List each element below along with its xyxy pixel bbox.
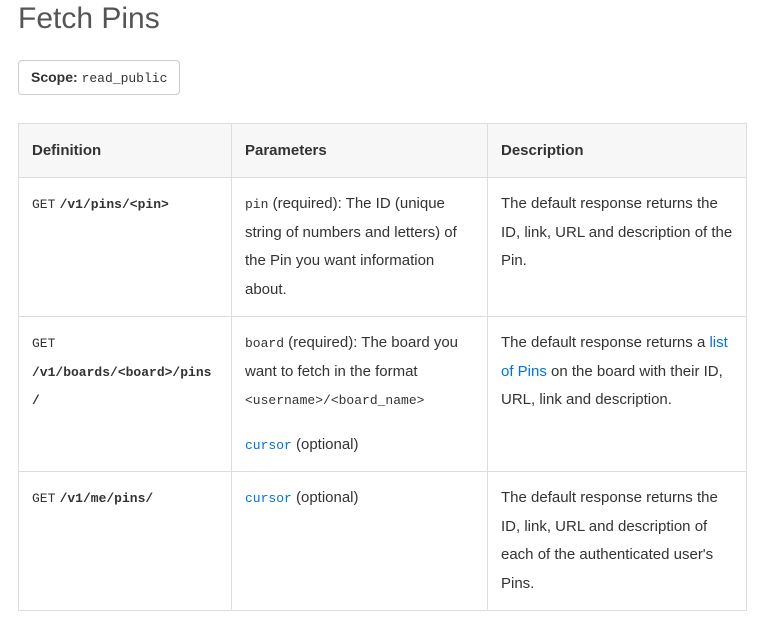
- http-method: GET: [32, 491, 55, 506]
- description-cell: The default response returns the ID, lin…: [488, 472, 747, 611]
- parameters-cell: cursor (optional): [232, 472, 488, 611]
- param-name: board: [245, 336, 284, 351]
- param-link[interactable]: cursor: [245, 491, 292, 506]
- param-required: (required):: [284, 334, 361, 351]
- description-cell: The default response returns a list of P…: [488, 317, 747, 472]
- endpoints-table: Definition Parameters Description GET /v…: [18, 123, 747, 611]
- param-required: (optional): [292, 489, 359, 506]
- table-row: GET /v1/me/pins/cursor (optional) The def…: [19, 472, 747, 611]
- parameters-cell: pin (required): The ID (unique string of…: [232, 178, 488, 317]
- endpoint-path: /v1/me/pins/: [60, 491, 154, 506]
- table-row: GET /v1/pins/<pin>pin (required): The ID…: [19, 178, 747, 317]
- description-cell: The default response returns the ID, lin…: [488, 178, 747, 317]
- col-definition: Definition: [19, 124, 232, 178]
- parameter: cursor (optional): [245, 431, 474, 460]
- parameter: cursor (optional): [245, 484, 474, 513]
- scope-label: Scope:: [31, 69, 78, 85]
- param-format: <username>/<board_name>: [245, 393, 424, 408]
- page-title: Fetch Pins: [18, 0, 747, 36]
- parameter: board (required): The board you want to …: [245, 329, 474, 415]
- definition-cell: GET /v1/pins/<pin>: [19, 178, 232, 317]
- param-required: (required):: [268, 195, 345, 212]
- param-name: pin: [245, 197, 268, 212]
- scope-box: Scope: read_public: [18, 60, 180, 95]
- description-text: The default response returns the ID, lin…: [501, 484, 733, 598]
- table-row: GET /v1/boards/<board>/pins/board (requi…: [19, 317, 747, 472]
- param-required: (optional): [292, 436, 359, 453]
- http-method: GET: [32, 197, 55, 212]
- definition-cell: GET /v1/boards/<board>/pins/: [19, 317, 232, 472]
- col-parameters: Parameters: [232, 124, 488, 178]
- col-description: Description: [488, 124, 747, 178]
- scope-value: read_public: [82, 71, 168, 86]
- table-header-row: Definition Parameters Description: [19, 124, 747, 178]
- endpoint-path: /v1/pins/<pin>: [60, 197, 169, 212]
- parameters-cell: board (required): The board you want to …: [232, 317, 488, 472]
- param-link[interactable]: cursor: [245, 438, 292, 453]
- parameter: pin (required): The ID (unique string of…: [245, 190, 474, 304]
- description-text: The default response returns a list of P…: [501, 329, 733, 415]
- definition-cell: GET /v1/me/pins/: [19, 472, 232, 611]
- http-method: GET: [32, 336, 55, 351]
- description-text: The default response returns the ID, lin…: [501, 190, 733, 276]
- endpoint-path: /v1/boards/<board>/pins/: [32, 365, 211, 409]
